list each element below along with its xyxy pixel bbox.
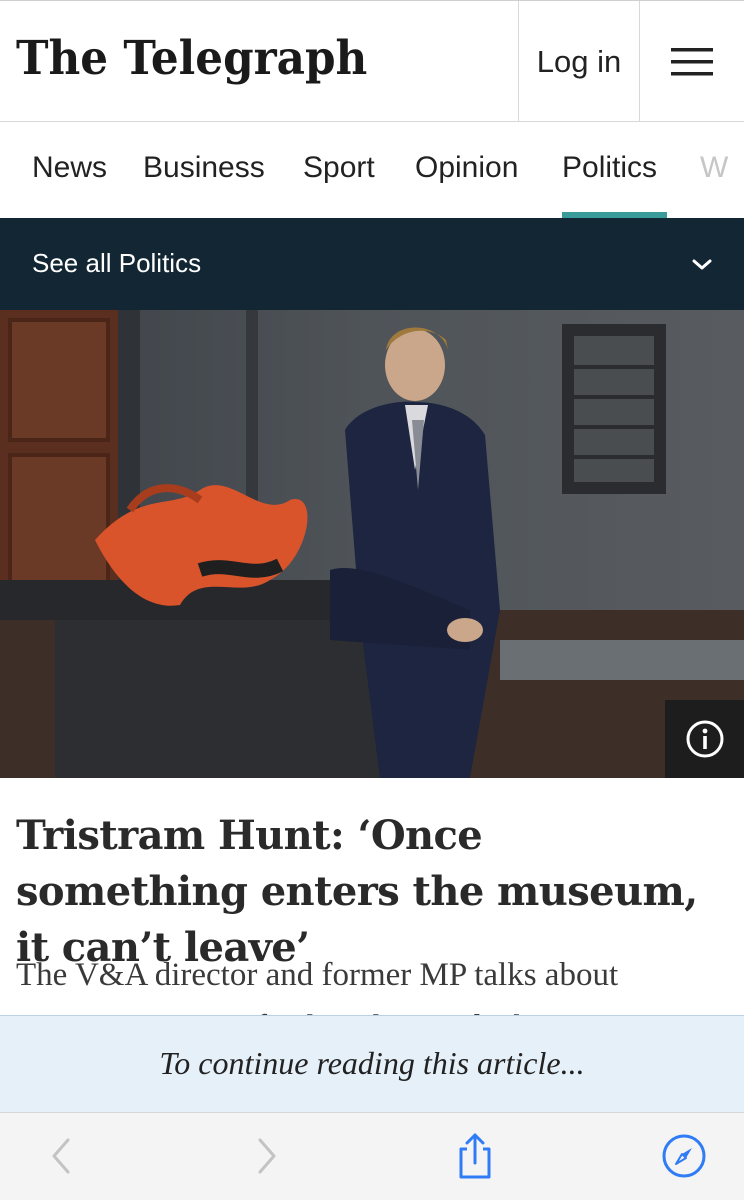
back-button[interactable] xyxy=(36,1131,86,1181)
share-icon xyxy=(459,1133,491,1179)
nav-news[interactable]: News xyxy=(32,122,107,218)
nav-overflow-item[interactable]: W xyxy=(700,122,728,218)
compass-icon xyxy=(662,1134,706,1178)
site-header: The Telegraph Log in xyxy=(0,0,744,122)
nav-business[interactable]: Business xyxy=(143,122,265,218)
see-all-politics-bar[interactable]: See all Politics xyxy=(0,218,744,310)
nav-politics[interactable]: Politics xyxy=(562,122,667,218)
login-button[interactable]: Log in xyxy=(518,1,640,122)
hamburger-menu-icon xyxy=(671,47,713,75)
forward-button[interactable] xyxy=(242,1131,292,1181)
safari-button[interactable] xyxy=(659,1131,709,1181)
share-button[interactable] xyxy=(450,1131,500,1181)
paywall-banner[interactable]: To continue reading this article... xyxy=(0,1015,744,1112)
back-arrow-icon xyxy=(52,1138,70,1174)
see-all-politics-label: See all Politics xyxy=(32,248,202,278)
nav-opinion[interactable]: Opinion xyxy=(415,122,518,218)
browser-toolbar xyxy=(0,1112,744,1200)
section-nav: News Business Sport Opinion Politics W xyxy=(0,122,744,218)
article-standfirst: The V&A director and former MP talks abo… xyxy=(16,957,619,993)
image-info-button[interactable] xyxy=(665,700,744,778)
chevron-down-icon xyxy=(692,259,712,270)
hero-photo xyxy=(0,310,744,778)
article-hero-image xyxy=(0,310,744,778)
nav-sport[interactable]: Sport xyxy=(303,122,375,218)
telegraph-logo[interactable]: The Telegraph xyxy=(16,31,367,86)
menu-button[interactable] xyxy=(640,1,744,122)
forward-arrow-icon xyxy=(258,1138,276,1174)
info-icon xyxy=(686,720,723,758)
paywall-message: To continue reading this article... xyxy=(159,1045,585,1081)
